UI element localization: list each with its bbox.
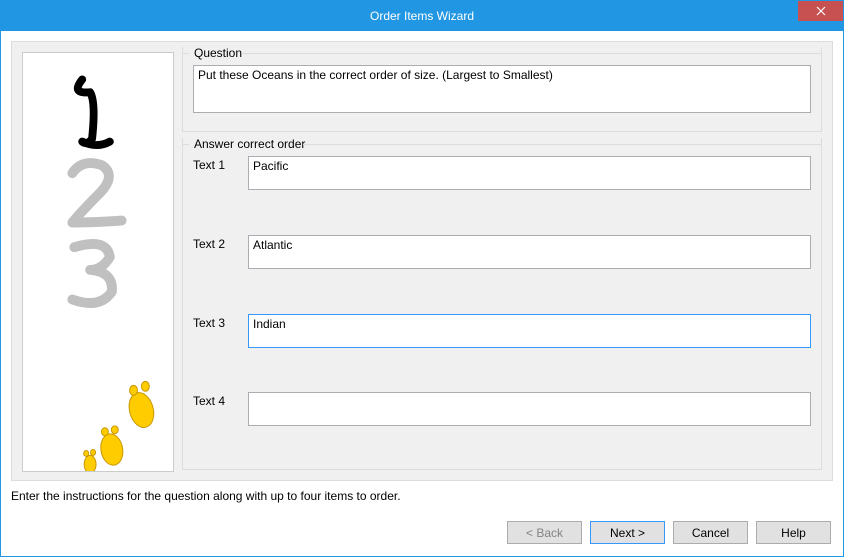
answer-groupbox: Answer correct order Text 1 Text 2 Text …	[182, 138, 822, 470]
content-area: Question Answer correct order Text 1 Tex…	[1, 31, 843, 556]
answer-row: Text 2	[193, 235, 811, 304]
back-button[interactable]: < Back	[507, 521, 582, 544]
answer-label-1: Text 1	[193, 156, 248, 172]
wizard-window: Order Items Wizard	[0, 0, 844, 557]
wizard-banner-image	[22, 52, 174, 472]
answer-row: Text 3	[193, 314, 811, 383]
titlebar: Order Items Wizard	[1, 1, 843, 31]
answer-row: Text 4	[193, 392, 811, 461]
answer-textarea-1[interactable]	[248, 156, 811, 190]
answer-group-label: Answer correct order	[191, 137, 308, 151]
answer-textarea-4[interactable]	[248, 392, 811, 426]
question-textarea[interactable]	[193, 65, 811, 113]
answer-label-3: Text 3	[193, 314, 248, 330]
question-group-label: Question	[191, 46, 245, 60]
hint-text: Enter the instructions for the question …	[11, 489, 401, 503]
question-groupbox: Question	[182, 47, 822, 132]
button-row: < Back Next > Cancel Help	[507, 521, 831, 544]
answer-label-2: Text 2	[193, 235, 248, 251]
close-icon	[816, 6, 826, 16]
answer-label-4: Text 4	[193, 392, 248, 408]
main-panel: Question Answer correct order Text 1 Tex…	[11, 41, 833, 481]
cancel-button[interactable]: Cancel	[673, 521, 748, 544]
answer-textarea-3[interactable]	[248, 314, 811, 348]
answer-textarea-2[interactable]	[248, 235, 811, 269]
answer-row: Text 1	[193, 156, 811, 225]
help-button[interactable]: Help	[756, 521, 831, 544]
next-button[interactable]: Next >	[590, 521, 665, 544]
window-title: Order Items Wizard	[370, 9, 474, 23]
close-button[interactable]	[798, 1, 843, 21]
